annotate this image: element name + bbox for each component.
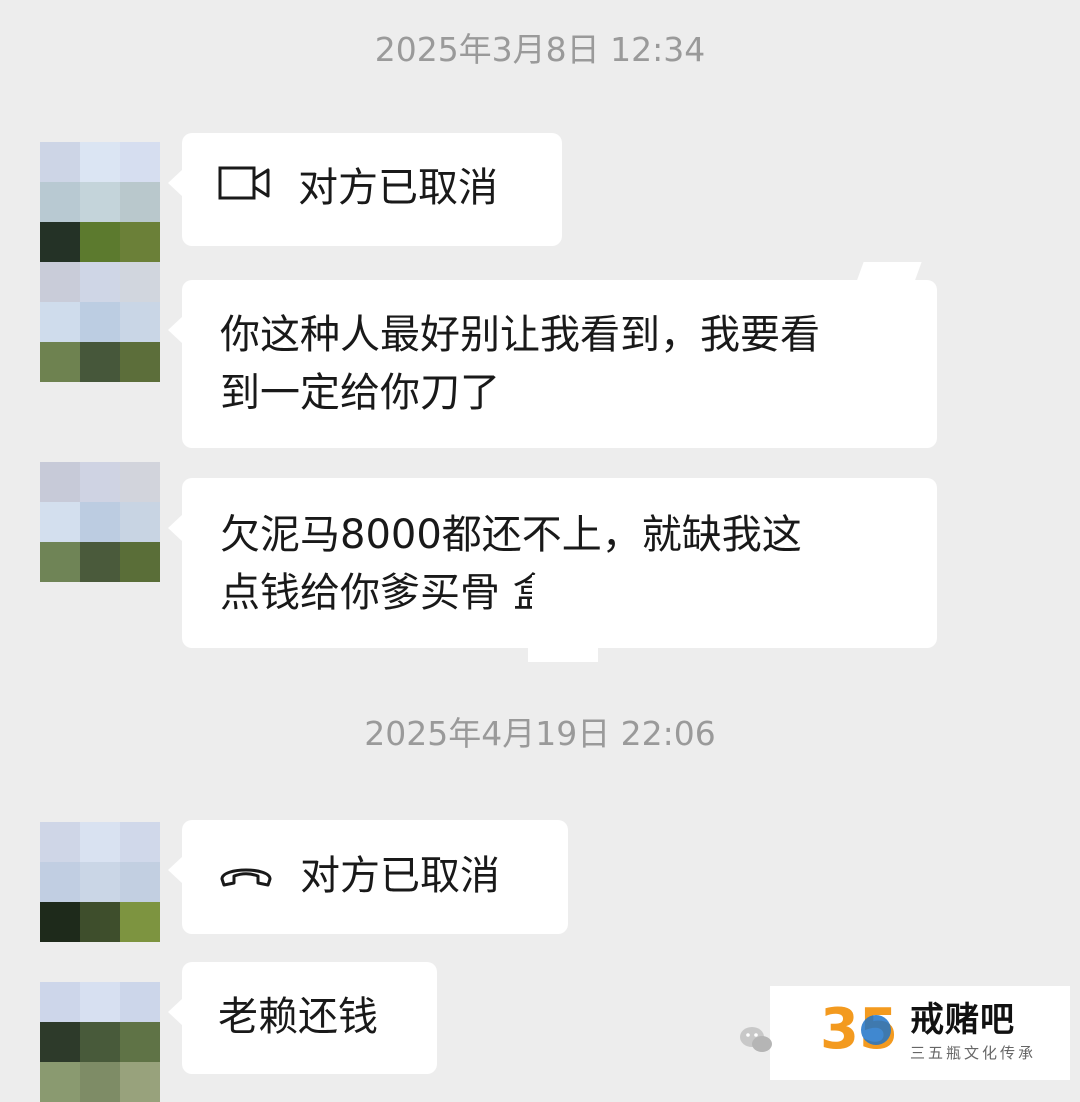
avatar[interactable] bbox=[40, 462, 160, 582]
message-line: 到一定给你刀了 bbox=[220, 370, 500, 416]
avatar-mosaic-cell bbox=[120, 982, 160, 1022]
avatar-mosaic-cell bbox=[120, 902, 160, 942]
watermark-title: 戒赌吧 bbox=[910, 1000, 1015, 1040]
watermark-subtitle: 三五瓶文化传承 bbox=[910, 1044, 1037, 1062]
avatar-mosaic-cell bbox=[80, 182, 120, 222]
avatar-mosaic-cell bbox=[40, 1062, 80, 1102]
avatar-mosaic-cell bbox=[120, 822, 160, 862]
avatar-mosaic-cell bbox=[80, 222, 120, 262]
avatar-mosaic-cell bbox=[40, 142, 80, 182]
watermark-logo: 35 bbox=[820, 996, 898, 1062]
avatar[interactable] bbox=[40, 262, 160, 382]
avatar-mosaic-cell bbox=[40, 342, 80, 382]
avatar-mosaic-cell bbox=[80, 542, 120, 582]
avatar-mosaic-cell bbox=[40, 902, 80, 942]
avatar-mosaic-cell bbox=[80, 862, 120, 902]
image-artifact bbox=[856, 262, 922, 282]
message-line: 老赖还钱 bbox=[218, 994, 378, 1040]
avatar-mosaic-cell bbox=[40, 822, 80, 862]
avatar-mosaic-cell bbox=[120, 862, 160, 902]
avatar-mosaic-cell bbox=[120, 182, 160, 222]
message-bubble[interactable]: 你这种人最好别让我看到，我要看 到一定给你刀了 bbox=[168, 280, 937, 448]
avatar-mosaic-cell bbox=[80, 262, 120, 302]
avatar-mosaic-cell bbox=[120, 262, 160, 302]
call-status-text: 对方已取消 bbox=[300, 853, 500, 899]
avatar-mosaic-cell bbox=[80, 1022, 120, 1062]
image-artifact bbox=[528, 640, 598, 662]
avatar-mosaic-cell bbox=[80, 502, 120, 542]
call-status-text: 对方已取消 bbox=[298, 165, 498, 211]
avatar-mosaic-cell bbox=[80, 982, 120, 1022]
avatar-mosaic-cell bbox=[120, 302, 160, 342]
avatar-mosaic-cell bbox=[40, 502, 80, 542]
avatar-mosaic-cell bbox=[40, 302, 80, 342]
avatar-mosaic-cell bbox=[120, 542, 160, 582]
avatar[interactable] bbox=[40, 982, 160, 1102]
avatar-mosaic-cell bbox=[40, 222, 80, 262]
redaction-patch bbox=[532, 575, 596, 625]
phone-handset-icon bbox=[218, 847, 274, 905]
timestamp: 2025年4月19日 22:06 bbox=[364, 714, 716, 753]
avatar-mosaic-cell bbox=[120, 502, 160, 542]
avatar-mosaic-cell bbox=[40, 1022, 80, 1062]
avatar-mosaic-cell bbox=[120, 142, 160, 182]
avatar-mosaic-cell bbox=[120, 1022, 160, 1062]
avatar-mosaic-cell bbox=[120, 1062, 160, 1102]
message-line: 你这种人最好别让我看到，我要看 bbox=[220, 312, 820, 358]
avatar-mosaic-cell bbox=[80, 822, 120, 862]
avatar-mosaic-cell bbox=[80, 302, 120, 342]
avatar-mosaic-cell bbox=[120, 222, 160, 262]
avatar-mosaic-cell bbox=[40, 982, 80, 1022]
avatar-mosaic-cell bbox=[80, 342, 120, 382]
avatar[interactable] bbox=[40, 142, 160, 262]
avatar-mosaic-cell bbox=[80, 1062, 120, 1102]
video-camera-icon bbox=[218, 159, 272, 217]
avatar-mosaic-cell bbox=[40, 542, 80, 582]
timestamp: 2025年3月8日 12:34 bbox=[374, 30, 706, 69]
voice-call-bubble[interactable]: 对方已取消 bbox=[168, 820, 568, 934]
avatar-mosaic-cell bbox=[80, 902, 120, 942]
message-line: 欠泥马8000都还不上，就缺我这 bbox=[220, 512, 802, 558]
avatar-mosaic-cell bbox=[80, 142, 120, 182]
avatar-mosaic-cell bbox=[80, 462, 120, 502]
avatar-mosaic-cell bbox=[40, 262, 80, 302]
avatar-mosaic-cell bbox=[40, 862, 80, 902]
message-bubble[interactable]: 老赖还钱 bbox=[168, 962, 437, 1074]
avatar[interactable] bbox=[40, 822, 160, 942]
avatar-mosaic-cell bbox=[40, 182, 80, 222]
wechat-icon bbox=[738, 1022, 774, 1058]
video-call-bubble[interactable]: 对方已取消 bbox=[168, 133, 562, 246]
avatar-mosaic-cell bbox=[120, 342, 160, 382]
avatar-mosaic-cell bbox=[120, 462, 160, 502]
avatar-mosaic-cell bbox=[40, 462, 80, 502]
